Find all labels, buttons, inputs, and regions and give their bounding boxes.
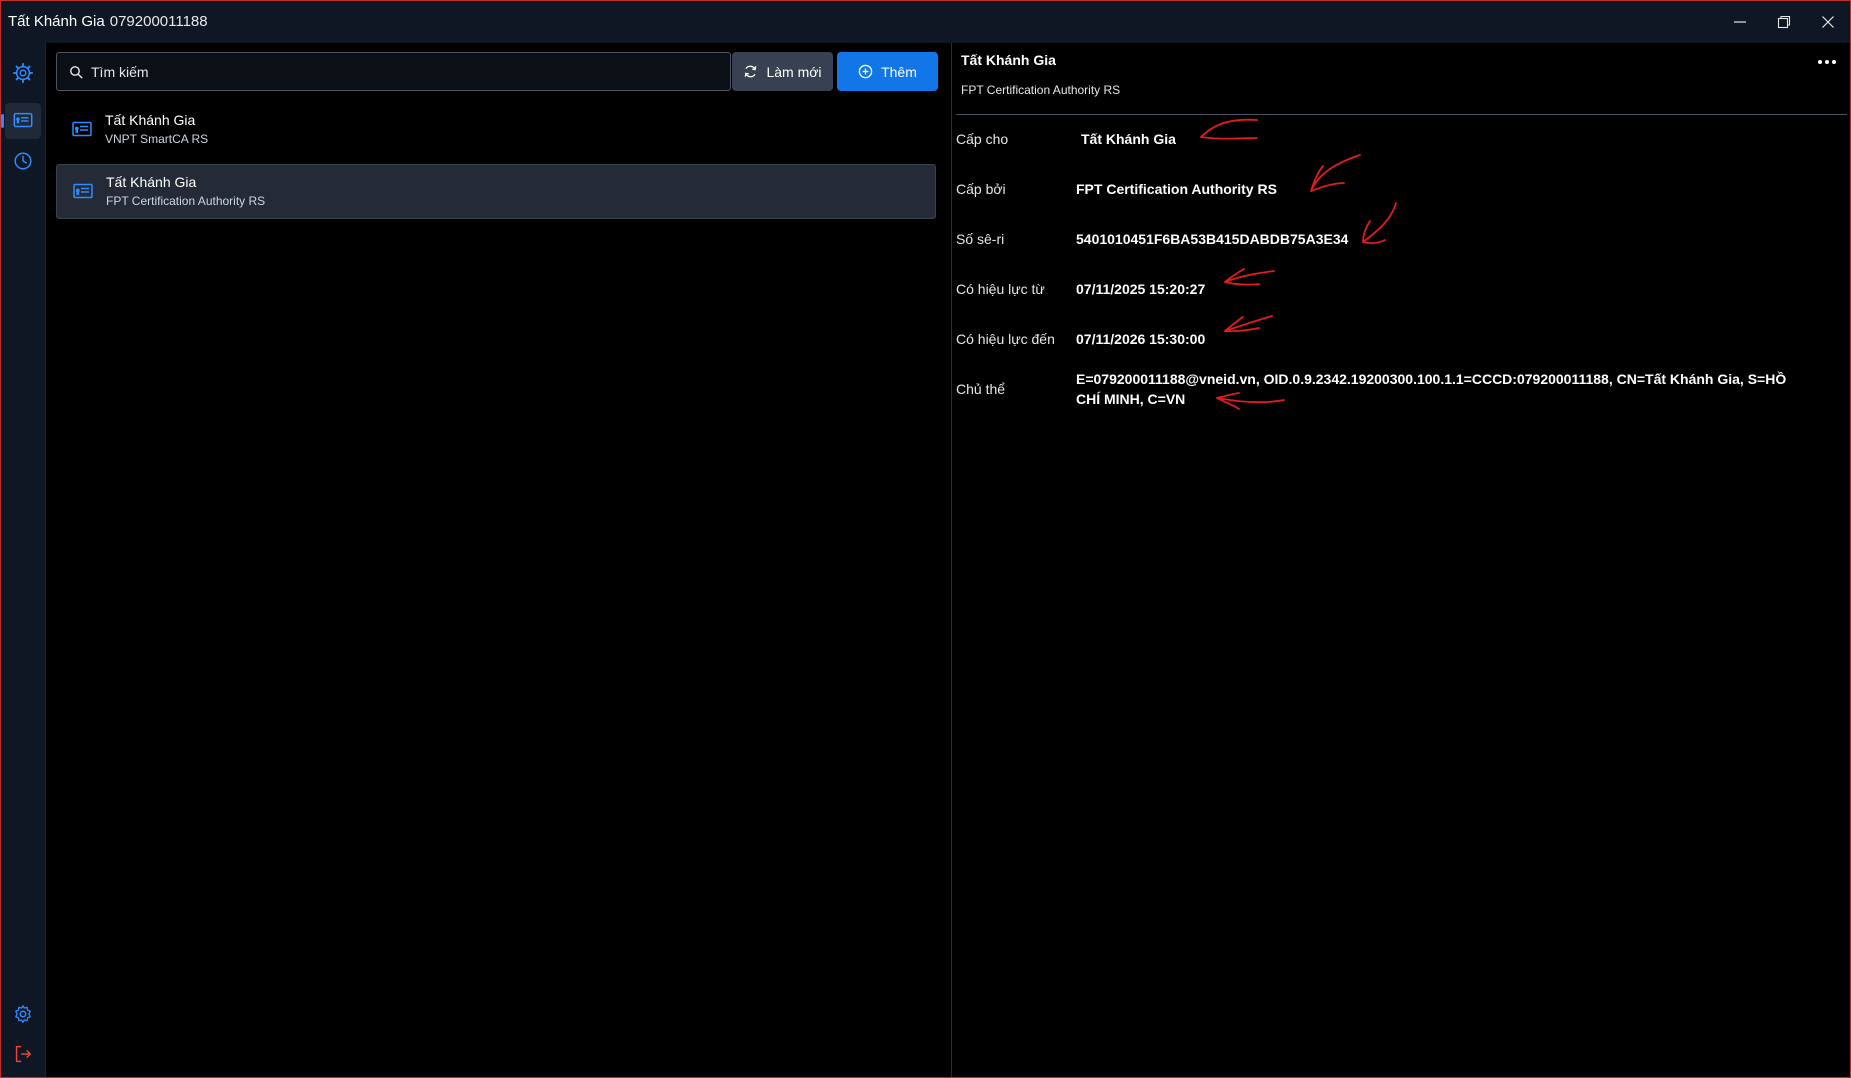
title-bar: Tất Khánh Gia 079200011188	[1, 1, 1850, 43]
add-button[interactable]: Thêm	[837, 52, 938, 91]
list-item-name: Tất Khánh Gia	[105, 112, 196, 128]
more-dot	[1832, 60, 1836, 64]
certificate-detail-pane: Tất Khánh Gia FPT Certification Authorit…	[952, 43, 1850, 1077]
serial-number-label: Số sê-ri	[956, 231, 1005, 247]
close-icon	[1822, 16, 1834, 28]
restore-icon	[1777, 15, 1791, 29]
search-input[interactable]	[91, 53, 711, 90]
valid-from-value: 07/11/2025 15:20:27	[1076, 281, 1206, 297]
certificate-icon	[73, 183, 93, 199]
minimize-button[interactable]	[1718, 1, 1762, 43]
issued-to-value: Tất Khánh Gia	[1081, 131, 1176, 147]
subject-value-line1: E=079200011188@vneid.vn, OID.0.9.2342.19…	[1076, 371, 1787, 387]
valid-to-label: Có hiệu lực đến	[956, 331, 1055, 347]
window-title: Tất Khánh Gia 079200011188	[8, 13, 208, 30]
list-item-name: Tất Khánh Gia	[106, 174, 197, 190]
refresh-icon	[745, 65, 757, 78]
minimize-icon	[1734, 21, 1746, 23]
window-title-name: Tất Khánh Gia	[8, 13, 105, 30]
subject-value-line2: CHÍ MINH, C=VN	[1076, 391, 1186, 407]
nav-logout[interactable]	[5, 1036, 41, 1072]
serial-number-value: 5401010451F6BA53B415DABDB75A3E34	[1076, 231, 1349, 247]
issued-by-value: FPT Certification Authority RS	[1076, 181, 1277, 197]
certificate-icon	[72, 121, 92, 137]
list-item[interactable]: Tất Khánh Gia FPT Certification Authorit…	[56, 164, 936, 219]
app-logo	[5, 55, 41, 91]
app-window: Tất Khánh Gia 079200011188 Tìm kiếm Làm …	[0, 0, 1851, 1078]
certificate-icon	[13, 112, 33, 128]
nav-history[interactable]	[5, 143, 41, 179]
logout-icon	[15, 1045, 32, 1063]
nav-certificates[interactable]	[1, 103, 41, 139]
more-dot	[1825, 60, 1829, 64]
certificate-list-pane: Làm mới Thêm Tất Khánh Gia VNPT SmartCA …	[46, 43, 951, 1077]
issued-by-label: Cấp bởi	[956, 181, 1006, 197]
more-options-button[interactable]	[1812, 51, 1842, 73]
search-box[interactable]	[56, 52, 731, 91]
list-item[interactable]: Tất Khánh Gia VNPT SmartCA RS	[56, 103, 936, 158]
gear-cluster-icon	[12, 62, 34, 84]
add-label: Thêm	[881, 63, 917, 80]
issued-to-label: Cấp cho	[956, 131, 1009, 147]
restore-button[interactable]	[1762, 1, 1806, 43]
detail-title: Tất Khánh Gia	[961, 52, 1056, 68]
detail-subtitle: FPT Certification Authority RS	[961, 83, 1121, 97]
clock-icon	[14, 152, 32, 170]
nav-rail	[1, 43, 46, 1077]
nav-settings[interactable]	[5, 996, 41, 1032]
subject-label: Chủ thể	[956, 381, 1006, 397]
valid-to-value: 07/11/2026 15:30:00	[1076, 331, 1206, 347]
add-circle-icon	[858, 64, 873, 79]
gear-icon	[15, 1005, 31, 1023]
window-title-number: 079200011188	[109, 13, 208, 30]
active-indicator	[1, 114, 4, 128]
search-icon	[70, 66, 83, 79]
detail-separator	[956, 114, 1847, 115]
refresh-button[interactable]: Làm mới	[732, 52, 833, 91]
refresh-label: Làm mới	[766, 63, 822, 80]
list-item-issuer: FPT Certification Authority RS	[106, 194, 266, 208]
valid-from-label: Có hiệu lực từ	[956, 281, 1045, 297]
close-button[interactable]	[1806, 1, 1850, 43]
more-dot	[1818, 60, 1822, 64]
list-item-issuer: VNPT SmartCA RS	[105, 132, 209, 146]
